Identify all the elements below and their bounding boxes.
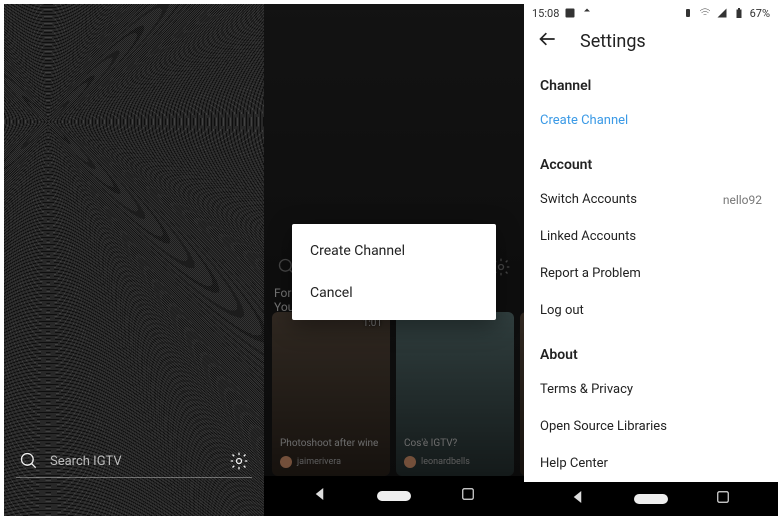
nav-back-icon[interactable]: [312, 485, 330, 507]
status-bar: 15:08 67%: [524, 4, 778, 23]
static-noise-bg: [4, 4, 264, 516]
section-account: Account: [524, 139, 778, 181]
nav-back-icon[interactable]: [570, 488, 588, 510]
screen-settings: 15:08 67% Settings Channel Create Channe…: [524, 4, 778, 516]
dialog-cancel[interactable]: Cancel: [292, 272, 496, 314]
android-navbar: [524, 482, 778, 516]
upload-icon: [581, 7, 593, 19]
battery-icon: [733, 7, 745, 19]
current-account-value: nello92: [723, 193, 762, 207]
report-problem-row[interactable]: Report a Problem: [524, 255, 778, 292]
page-title: Settings: [580, 31, 646, 52]
create-channel-link[interactable]: Create Channel: [524, 102, 778, 139]
nav-home-icon[interactable]: [634, 494, 668, 504]
terms-privacy-row[interactable]: Terms & Privacy: [524, 371, 778, 408]
help-center-row[interactable]: Help Center: [524, 445, 778, 482]
wifi-icon: [699, 7, 711, 19]
search-input[interactable]: Search IGTV: [50, 454, 218, 469]
settings-header: Settings: [524, 23, 778, 60]
open-source-row[interactable]: Open Source Libraries: [524, 408, 778, 445]
search-icon[interactable]: [18, 450, 40, 472]
vibrate-icon: [682, 7, 694, 19]
signal-icon: [716, 7, 728, 19]
nav-home-icon[interactable]: [377, 491, 411, 501]
status-time: 15:08: [532, 7, 559, 20]
linked-accounts-row[interactable]: Linked Accounts: [524, 218, 778, 255]
android-navbar: [264, 476, 524, 516]
action-dialog: Create Channel Cancel: [292, 224, 496, 320]
image-icon: [564, 7, 576, 19]
screen-search: Search IGTV: [4, 4, 264, 516]
back-arrow-icon[interactable]: [538, 29, 558, 53]
log-out-row[interactable]: Log out: [524, 292, 778, 329]
section-about: About: [524, 329, 778, 371]
battery-percent: 67%: [750, 7, 770, 20]
switch-accounts-row[interactable]: Switch Accounts nello92: [524, 181, 778, 218]
nav-recent-icon[interactable]: [714, 488, 732, 510]
screen-browse: For You Following Popular Continue Watch…: [264, 4, 524, 516]
settings-gear-icon[interactable]: [228, 450, 250, 472]
section-channel: Channel: [524, 60, 778, 102]
nav-recent-icon[interactable]: [459, 485, 477, 507]
dialog-create-channel[interactable]: Create Channel: [292, 230, 496, 272]
